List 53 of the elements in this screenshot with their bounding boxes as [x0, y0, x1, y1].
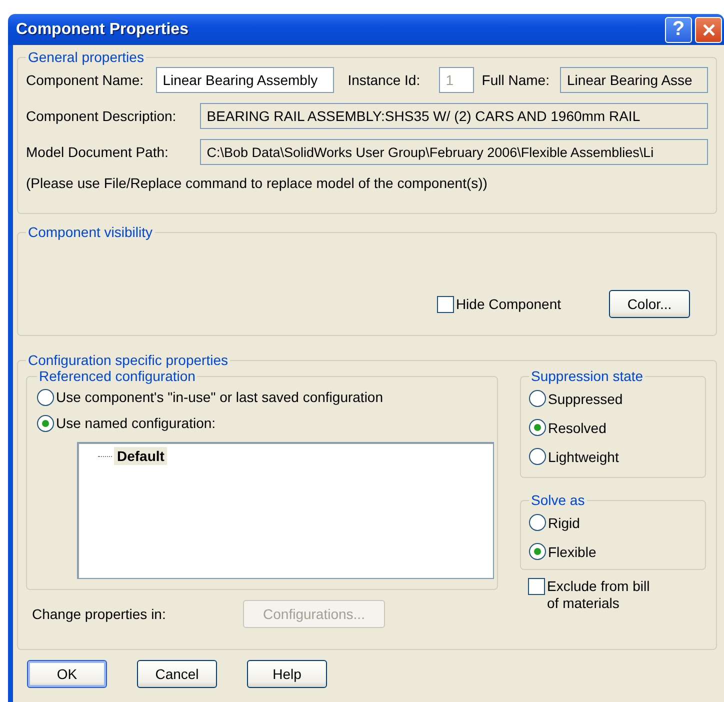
field-label: Component Name: — [26, 72, 145, 88]
radio-label: Use named configuration: — [56, 415, 216, 431]
dialog-button[interactable]: Help — [247, 660, 327, 688]
input-field[interactable]: Linear Bearing Asse — [560, 67, 708, 93]
field-label: Component Description: — [26, 108, 178, 124]
window-title: Component Properties — [16, 20, 188, 38]
input-field[interactable]: C:\Bob Data\SolidWorks User Group\February 2006\Flexible Assemblies\Li — [200, 139, 708, 165]
field-label: Full Name: — [482, 72, 550, 88]
radio-button[interactable] — [529, 390, 546, 407]
field-label: Model Document Path: — [26, 144, 170, 160]
radio-label: Lightweight — [548, 448, 619, 464]
checkbox-option[interactable]: Exclude from bill of materials — [520, 578, 706, 614]
radio-label: Use component's "in-use" or last saved configuration — [56, 389, 384, 405]
radio-button[interactable] — [529, 448, 546, 465]
group-title: Suppression state — [530, 368, 644, 384]
field-label: Change properties in: — [32, 606, 167, 622]
radio-option[interactable]: Lightweight — [529, 442, 705, 471]
radio-option[interactable]: Use component's "in-use" or last saved configuration — [37, 384, 497, 410]
radio-button[interactable] — [37, 388, 54, 406]
group-title: Component visibility — [27, 224, 154, 240]
note-text: (Please use File/Replace command to replace model of the component(s)) — [26, 175, 488, 191]
checkbox[interactable] — [528, 578, 545, 595]
field-label: Instance Id: — [348, 72, 422, 88]
radio-option[interactable]: Use named configuration: — [37, 410, 497, 436]
group-title: Solve as — [530, 492, 586, 508]
radio-label: Rigid — [548, 514, 580, 530]
checkbox-option[interactable]: Hide Component — [436, 290, 561, 318]
radio-button[interactable] — [37, 414, 54, 432]
radio-option[interactable]: Flexible — [529, 537, 705, 566]
group-title: General properties — [27, 49, 145, 65]
checkbox[interactable] — [436, 296, 454, 312]
radio-option[interactable]: Suppressed — [529, 384, 705, 413]
radio-button[interactable] — [529, 419, 546, 436]
radio-button[interactable] — [529, 543, 546, 560]
group-title: Referenced configuration — [38, 368, 196, 384]
radio-option[interactable]: Rigid — [529, 508, 705, 537]
radio-label: Flexible — [548, 544, 596, 560]
radio-option[interactable]: Resolved — [529, 413, 705, 442]
checkbox-label: Exclude from bill of materials — [547, 578, 651, 612]
configuration-list[interactable]: Default — [77, 442, 494, 579]
group-title: Configuration specific properties — [27, 352, 229, 368]
input-field[interactable]: Linear Bearing Assembly — [156, 67, 334, 93]
tree-item[interactable]: Default — [114, 447, 168, 465]
radio-label: Suppressed — [548, 390, 623, 406]
radio-label: Resolved — [548, 420, 606, 436]
close-icon — [702, 22, 716, 36]
input-field[interactable]: BEARING RAIL ASSEMBLY:SHS35 W/ (2) CARS AND 1960mm RAIL — [200, 103, 708, 129]
radio-button[interactable] — [529, 514, 546, 531]
dialog-button[interactable]: Cancel — [137, 660, 217, 688]
checkbox-label: Hide Component — [456, 296, 561, 312]
close-button[interactable] — [695, 16, 722, 42]
color-button[interactable]: Color... — [609, 290, 690, 318]
dialog-button[interactable]: OK — [27, 660, 107, 688]
